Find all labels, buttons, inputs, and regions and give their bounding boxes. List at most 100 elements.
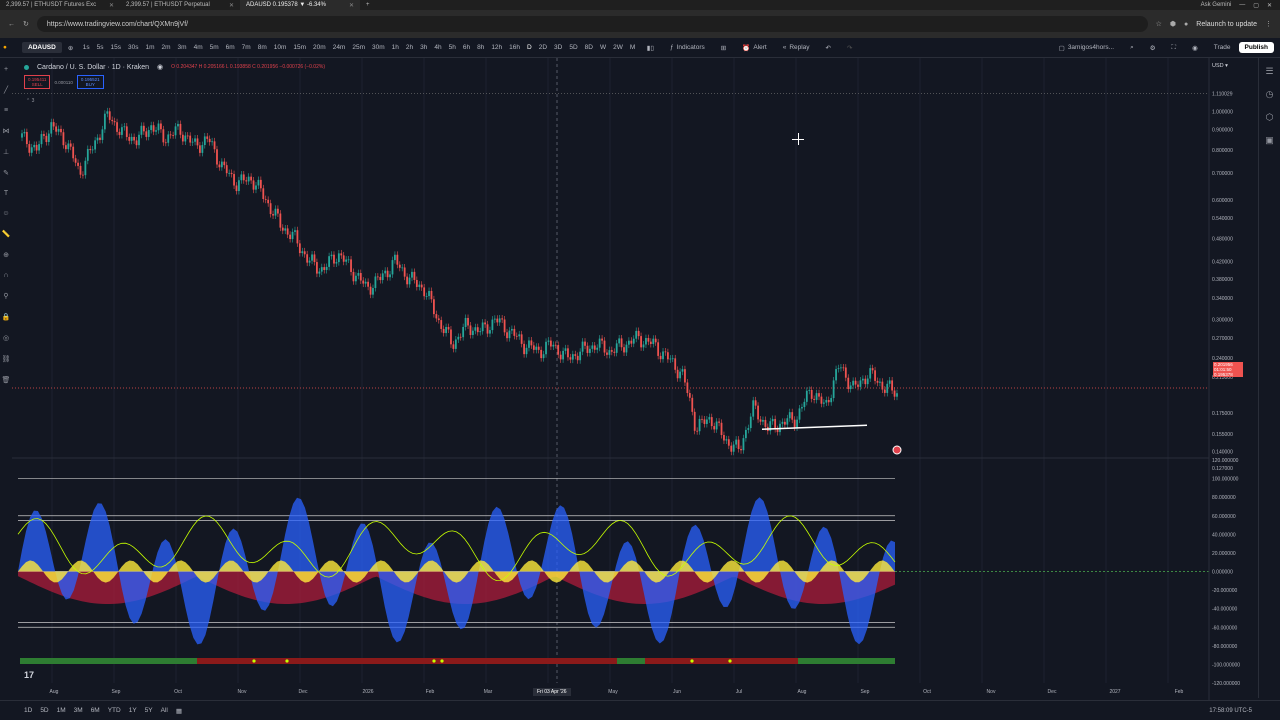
timezone-clock[interactable]: 17:58:09 UTC-5 xyxy=(1209,708,1252,714)
extensions-icon[interactable]: ⬢ xyxy=(1170,20,1176,28)
redo-icon[interactable]: ↷ xyxy=(839,44,860,52)
brush-icon[interactable]: ✎ xyxy=(3,169,9,177)
prediction-icon[interactable]: ⊥ xyxy=(3,148,9,156)
eye-toggle-icon[interactable]: ◉ xyxy=(157,63,163,71)
compare-add-icon[interactable]: ⊕ xyxy=(62,44,79,52)
lock-icon[interactable]: 🔒 xyxy=(2,313,11,321)
layout-menu[interactable]: ▢ 3amigos4hors... xyxy=(1051,44,1122,52)
ruler-icon[interactable]: 📏 xyxy=(2,230,11,238)
timeframe-M[interactable]: M xyxy=(626,44,638,51)
replay-button[interactable]: « Replay xyxy=(775,44,818,51)
range-ytd[interactable]: YTD xyxy=(108,707,121,714)
timeframe-8D[interactable]: 8D xyxy=(581,44,596,51)
timeframe-2m[interactable]: 2m xyxy=(158,44,174,51)
data-window-icon[interactable]: ⬡ xyxy=(1266,112,1274,123)
timeframe-5s[interactable]: 5s xyxy=(93,44,107,51)
close-window-icon[interactable]: ✕ xyxy=(1267,2,1272,9)
range-all[interactable]: All xyxy=(161,707,168,714)
browser-tab-1[interactable]: 2,399.57 | ETHUSDT Futures Exc ✕ xyxy=(0,0,120,10)
timeframe-24m[interactable]: 24m xyxy=(329,44,349,51)
close-icon[interactable]: ✕ xyxy=(109,2,114,9)
bookmark-star-icon[interactable]: ☆ xyxy=(1156,20,1162,28)
timeframe-2h[interactable]: 2h xyxy=(402,44,416,51)
undo-icon[interactable]: ↶ xyxy=(818,44,839,52)
trend-line-icon[interactable]: ╱ xyxy=(4,86,8,94)
close-icon[interactable]: ✕ xyxy=(349,2,354,9)
timeframe-4h[interactable]: 4h xyxy=(431,44,445,51)
calendar-icon[interactable]: ▦ xyxy=(176,707,182,715)
timeframe-1h[interactable]: 1h xyxy=(388,44,402,51)
timeframe-2W[interactable]: 2W xyxy=(610,44,627,51)
timeframe-12h[interactable]: 12h xyxy=(488,44,506,51)
alert-button[interactable]: ⏰ Alert xyxy=(734,44,774,52)
timeframe-15m[interactable]: 15m xyxy=(290,44,310,51)
timeframe-1m[interactable]: 1m xyxy=(142,44,158,51)
back-icon[interactable]: ← xyxy=(8,21,15,28)
eye-icon[interactable]: ◎ xyxy=(3,334,9,342)
range-6m[interactable]: 6M xyxy=(91,707,100,714)
chart-canvas[interactable]: 1.110029 1.000000 0.900000 0.800000 0.700000… xyxy=(12,58,1257,700)
link-icon[interactable]: ⛓ xyxy=(2,355,11,363)
fullscreen-icon[interactable]: ⛶ xyxy=(1164,44,1185,52)
indicators-button[interactable]: ƒ Indicators xyxy=(662,44,713,51)
timeframe-8h[interactable]: 8h xyxy=(474,44,488,51)
timeframe-5D[interactable]: 5D xyxy=(566,44,581,51)
menu-logo-icon[interactable]: ● xyxy=(3,44,7,51)
minimize-icon[interactable]: — xyxy=(1239,2,1245,8)
timeframe-5h[interactable]: 5h xyxy=(445,44,459,51)
lock-drawing-icon[interactable]: ⚲ xyxy=(3,292,8,300)
fib-icon[interactable]: ≡ xyxy=(4,107,8,114)
browser-tab-2[interactable]: 2,399.57 | ETHUSDT Perpetual ✕ xyxy=(120,0,240,10)
publish-button[interactable]: Publish xyxy=(1238,42,1274,53)
search-icon[interactable]: ⌕ xyxy=(1122,44,1142,52)
range-1m[interactable]: 1M xyxy=(57,707,66,714)
timeframe-6h[interactable]: 6h xyxy=(459,44,473,51)
profile-avatar[interactable]: ● xyxy=(1184,21,1188,28)
currency-selector[interactable]: USD ▾ xyxy=(1212,63,1228,69)
trash-icon[interactable]: 🗑 xyxy=(2,376,11,384)
zoom-icon[interactable]: ⊕ xyxy=(3,251,9,259)
symbol-name[interactable]: Cardano / U. S. Dollar · 1D · Kraken xyxy=(37,64,149,71)
timeframe-10m[interactable]: 10m xyxy=(270,44,290,51)
timeframe-8m[interactable]: 8m xyxy=(254,44,270,51)
layouts-icon[interactable]: ⊞ xyxy=(713,44,734,52)
url-field[interactable]: https://www.tradingview.com/chart/QXMn9j… xyxy=(36,16,1148,32)
timeframe-2D[interactable]: 2D xyxy=(535,44,550,51)
alerts-clock-icon[interactable]: ◷ xyxy=(1266,89,1274,100)
camera-icon[interactable]: ◉ xyxy=(1184,44,1206,52)
ask-gemini-button[interactable]: Ask Gemini xyxy=(1201,2,1232,8)
chat-icon[interactable]: ▣ xyxy=(1265,135,1274,146)
timeframe-25m[interactable]: 25m xyxy=(349,44,369,51)
sell-button[interactable]: 0.195411 SELL xyxy=(24,75,51,89)
magnet-icon[interactable]: ∩ xyxy=(3,272,8,279)
symbol-search[interactable]: ADAUSD xyxy=(22,42,62,53)
range-5y[interactable]: 5Y xyxy=(145,707,153,714)
timeframe-30m[interactable]: 30m xyxy=(369,44,389,51)
emoji-icon[interactable]: ☺ xyxy=(2,210,9,217)
timeframe-20m[interactable]: 20m xyxy=(310,44,330,51)
reload-icon[interactable]: ↻ xyxy=(23,20,29,28)
timeframe-D[interactable]: D xyxy=(524,44,536,51)
trade-button[interactable]: Trade xyxy=(1206,44,1239,51)
timeframe-16h[interactable]: 16h xyxy=(506,44,524,51)
relaunch-button[interactable]: Relaunch to update xyxy=(1196,21,1257,28)
indicators-collapse-toggle[interactable]: ⌃ 3 xyxy=(26,98,34,104)
timeframe-15s[interactable]: 15s xyxy=(107,44,124,51)
new-tab-button[interactable]: + xyxy=(360,2,376,8)
text-icon[interactable]: T xyxy=(4,190,8,197)
range-5d[interactable]: 5D xyxy=(40,707,48,714)
timeframe-5m[interactable]: 5m xyxy=(206,44,222,51)
pattern-icon[interactable]: ⋈ xyxy=(3,127,10,135)
timeframe-1s[interactable]: 1s xyxy=(79,44,93,51)
timeframe-4m[interactable]: 4m xyxy=(190,44,206,51)
buy-button[interactable]: 0.195521 BUY xyxy=(76,75,104,89)
timeframe-3D[interactable]: 3D xyxy=(551,44,566,51)
range-1d[interactable]: 1D xyxy=(24,707,32,714)
close-icon[interactable]: ✕ xyxy=(229,2,234,9)
range-3m[interactable]: 3M xyxy=(74,707,83,714)
chart-type-icon[interactable]: ▮▯ xyxy=(639,44,662,52)
watchlist-icon[interactable]: ☰ xyxy=(1265,66,1273,77)
menu-icon[interactable]: ⋮ xyxy=(1265,20,1272,28)
timeframe-W[interactable]: W xyxy=(596,44,609,51)
timeframe-7m[interactable]: 7m xyxy=(238,44,254,51)
